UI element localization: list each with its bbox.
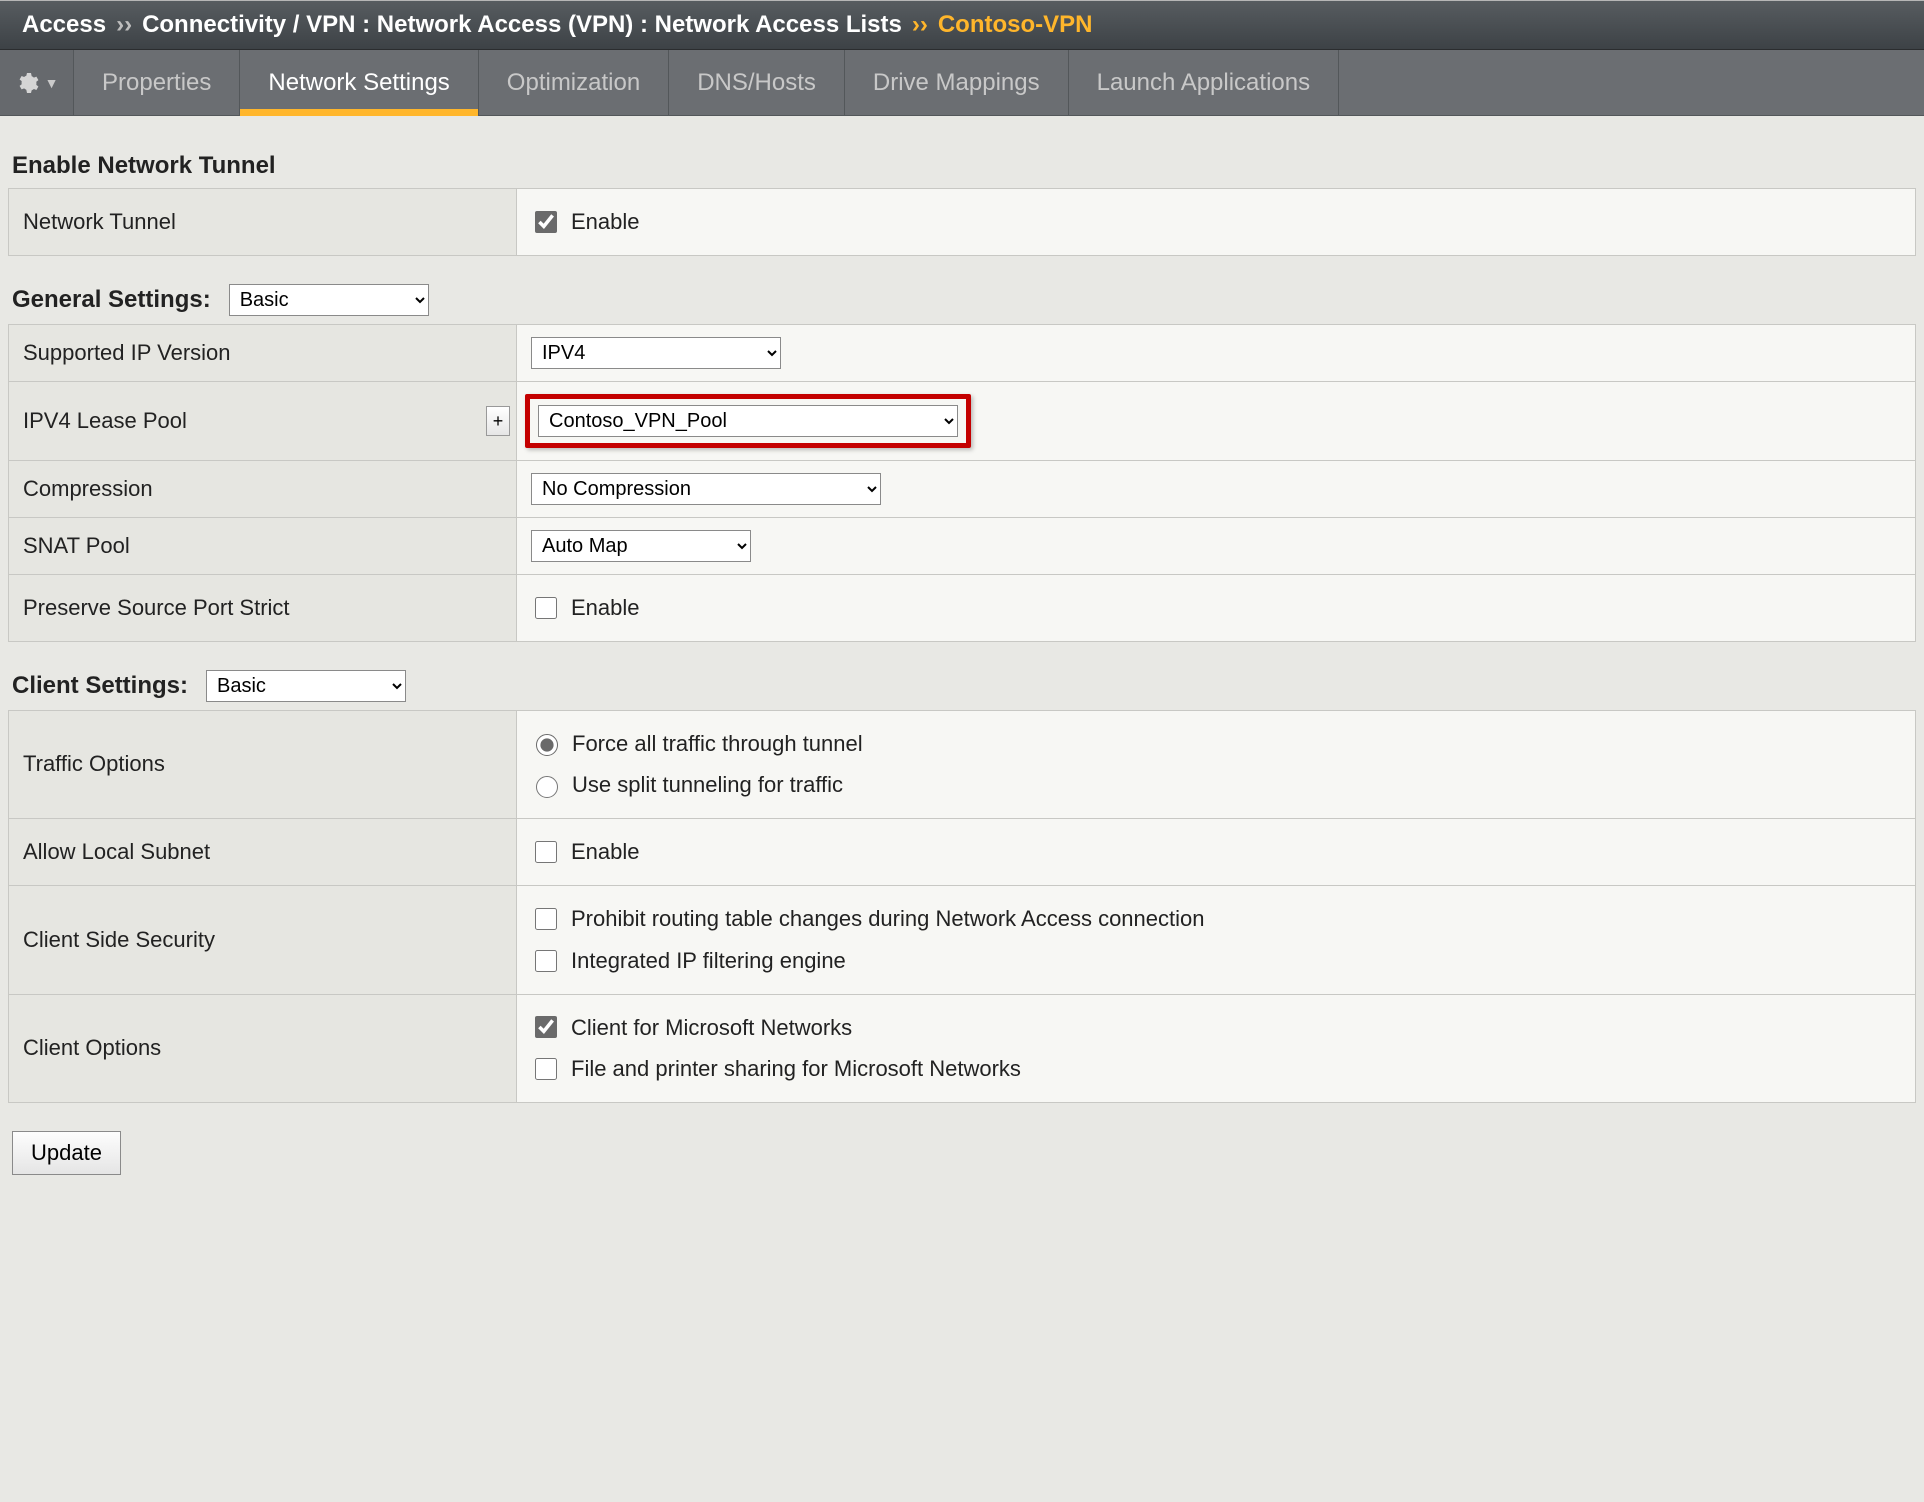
general-settings-table: Supported IP Version IPV4 IPV4 Lease Poo… [8,324,1916,642]
breadcrumb-current: Contoso-VPN [938,11,1093,39]
client-security-prohibit-routing-label: Prohibit routing table changes during Ne… [571,898,1204,940]
general-mode-select[interactable]: Basic [229,284,429,316]
section-title-general: General Settings: Basic [12,284,1916,316]
enable-tunnel-table: Network Tunnel Enable [8,188,1916,256]
snat-pool-select[interactable]: Auto Map [531,530,751,562]
traffic-option-split-tunnel-label: Use split tunneling for traffic [572,764,843,806]
network-tunnel-enable-label: Enable [571,201,640,243]
row-allow-local-subnet: Allow Local Subnet Enable [9,819,1916,886]
label-traffic-options: Traffic Options [9,710,517,819]
traffic-option-force-all[interactable]: Force all traffic through tunnel [531,723,1901,765]
label-preserve-source-port: Preserve Source Port Strict [9,574,517,641]
breadcrumb-sep-icon: ›› [116,11,132,39]
client-security-prohibit-routing[interactable]: Prohibit routing table changes during Ne… [531,898,1901,940]
section-title-general-text: General Settings: [12,286,211,314]
breadcrumb: Access ›› Connectivity / VPN : Network A… [0,0,1924,50]
row-client-side-security: Client Side Security Prohibit routing ta… [9,885,1916,994]
ipv4-lease-pool-select[interactable]: Contoso_VPN_Pool [538,405,958,437]
caret-down-icon: ▼ [45,75,59,91]
client-security-ip-filtering[interactable]: Integrated IP filtering engine [531,940,1901,982]
label-allow-local-subnet: Allow Local Subnet [9,819,517,886]
supported-ip-version-select[interactable]: IPV4 [531,337,781,369]
tab-launch-applications[interactable]: Launch Applications [1069,50,1340,115]
network-tunnel-enable-option[interactable]: Enable [531,201,1901,243]
client-security-ip-filtering-label: Integrated IP filtering engine [571,940,846,982]
tab-network-settings[interactable]: Network Settings [240,50,478,115]
label-supported-ip-version: Supported IP Version [9,324,517,381]
preserve-source-port-checkbox[interactable] [535,597,557,619]
traffic-option-split-tunnel[interactable]: Use split tunneling for traffic [531,764,1901,806]
row-traffic-options: Traffic Options Force all traffic throug… [9,710,1916,819]
tab-bar: ▼ Properties Network Settings Optimizati… [0,50,1924,116]
row-network-tunnel: Network Tunnel Enable [9,189,1916,256]
client-option-file-printer-sharing-label: File and printer sharing for Microsoft N… [571,1048,1021,1090]
section-title-enable-tunnel: Enable Network Tunnel [12,152,1916,180]
client-option-file-printer-sharing[interactable]: File and printer sharing for Microsoft N… [531,1048,1901,1090]
allow-local-subnet-option[interactable]: Enable [531,831,1901,873]
client-option-ms-networks-checkbox[interactable] [535,1016,557,1038]
row-client-options: Client Options Client for Microsoft Netw… [9,994,1916,1103]
client-settings-table: Traffic Options Force all traffic throug… [8,710,1916,1104]
client-option-ms-networks-label: Client for Microsoft Networks [571,1007,852,1049]
add-lease-pool-button[interactable]: + [486,406,510,436]
label-ipv4-lease-pool: IPV4 Lease Pool + [9,381,517,460]
breadcrumb-sep-icon: ›› [912,11,928,39]
section-title-client: Client Settings: Basic [12,670,1916,702]
label-ipv4-lease-pool-text: IPV4 Lease Pool [23,408,187,433]
allow-local-subnet-label: Enable [571,831,640,873]
breadcrumb-root[interactable]: Access [22,11,106,39]
tab-optimization[interactable]: Optimization [479,50,669,115]
row-compression: Compression No Compression [9,460,1916,517]
client-mode-select[interactable]: Basic [206,670,406,702]
label-network-tunnel: Network Tunnel [9,189,517,256]
preserve-source-port-option[interactable]: Enable [531,587,1901,629]
client-option-ms-networks[interactable]: Client for Microsoft Networks [531,1007,1901,1049]
label-snat-pool: SNAT Pool [9,517,517,574]
client-security-prohibit-routing-checkbox[interactable] [535,908,557,930]
tab-drive-mappings[interactable]: Drive Mappings [845,50,1069,115]
lease-pool-highlight: Contoso_VPN_Pool [525,394,971,448]
breadcrumb-path[interactable]: Connectivity / VPN : Network Access (VPN… [142,11,902,39]
row-preserve-source-port: Preserve Source Port Strict Enable [9,574,1916,641]
label-client-side-security: Client Side Security [9,885,517,994]
section-title-client-text: Client Settings: [12,672,188,700]
traffic-option-force-all-label: Force all traffic through tunnel [572,723,863,765]
content-area: Enable Network Tunnel Network Tunnel Ena… [0,116,1924,1193]
preserve-source-port-label: Enable [571,587,640,629]
allow-local-subnet-checkbox[interactable] [535,841,557,863]
compression-select[interactable]: No Compression [531,473,881,505]
label-compression: Compression [9,460,517,517]
network-tunnel-enable-checkbox[interactable] [535,211,557,233]
update-button[interactable]: Update [12,1131,121,1175]
row-ipv4-lease-pool: IPV4 Lease Pool + Contoso_VPN_Pool [9,381,1916,460]
client-option-file-printer-sharing-checkbox[interactable] [535,1058,557,1080]
traffic-option-force-all-radio[interactable] [536,734,558,756]
tab-properties[interactable]: Properties [74,50,240,115]
traffic-option-split-tunnel-radio[interactable] [536,776,558,798]
settings-menu-button[interactable]: ▼ [0,50,74,115]
row-supported-ip-version: Supported IP Version IPV4 [9,324,1916,381]
gear-icon [15,71,39,95]
label-client-options: Client Options [9,994,517,1103]
tab-dns-hosts[interactable]: DNS/Hosts [669,50,845,115]
row-snat-pool: SNAT Pool Auto Map [9,517,1916,574]
client-security-ip-filtering-checkbox[interactable] [535,950,557,972]
